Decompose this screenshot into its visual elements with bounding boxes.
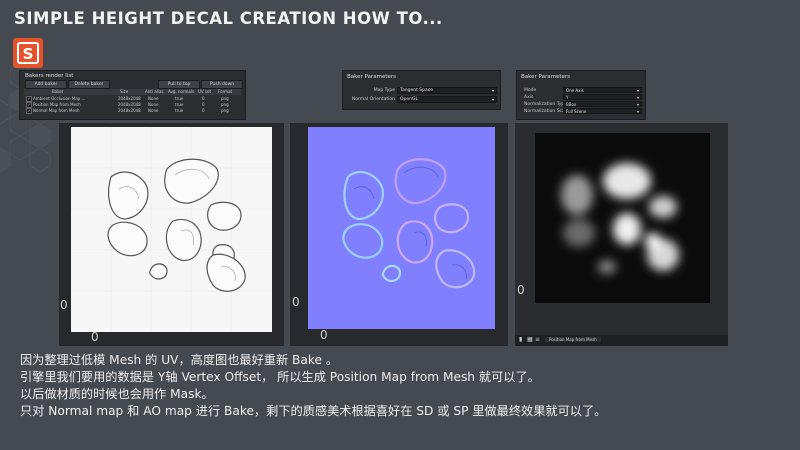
add-baker-button[interactable]: Add baker — [25, 80, 67, 89]
row-baker-name[interactable]: Normal Map from Mesh — [33, 108, 80, 113]
delete-baker-button[interactable]: Delete baker — [68, 80, 110, 89]
axis-label: Axis — [524, 95, 534, 100]
options-icon[interactable]: ≡ — [535, 336, 540, 343]
row-uv-set: 0 — [202, 102, 205, 107]
grid-icon[interactable]: ▦ — [527, 336, 533, 343]
column-header-baker: Baker — [52, 89, 64, 94]
column-header-uv-set: UV set — [198, 89, 212, 94]
mode-label: Mode — [524, 88, 537, 93]
row-avg-normals: true — [175, 108, 184, 113]
position-map-image — [535, 133, 710, 303]
row-anti-alias: None — [148, 102, 159, 107]
chevron-down-icon: ▾ — [491, 88, 494, 93]
row-anti-alias: None — [148, 108, 159, 113]
pull-to-top-button[interactable]: Pull to top — [158, 80, 200, 89]
row-checkbox[interactable]: ✓ — [26, 108, 32, 114]
viewer-zero-label-left: 0 — [517, 283, 525, 297]
map-type-select[interactable]: Tangent Space ▾ — [397, 87, 497, 94]
column-header-avg-normals: Avg. normals — [168, 89, 195, 94]
row-size: 2048x2048 — [118, 108, 141, 113]
normalization-type-value: BBox — [566, 102, 577, 107]
lock-icon[interactable]: ▮ — [519, 336, 522, 343]
substance-designer-logo: S — [13, 38, 43, 68]
status-text: Position Map from Mesh — [545, 337, 601, 342]
ao-map-image — [71, 127, 272, 332]
row-size: 2048x2048 — [118, 102, 141, 107]
row-size: 2048x2048 — [118, 96, 141, 101]
caption-text: 因为整理过低模 Mesh 的 UV，高度图也最好重新 Bake 。 引擎里我们要… — [20, 352, 790, 420]
mode-value: One Axis — [566, 88, 584, 93]
row-avg-normals: true — [175, 102, 184, 107]
page-title: SIMPLE HEIGHT DECAL CREATION HOW TO... — [14, 9, 443, 28]
position-map-viewer[interactable]: 0 ▮ ▦ ≡ Position Map from Mesh — [515, 123, 728, 346]
chevron-down-icon: ▾ — [636, 102, 639, 107]
normal-params-title: Baker Parameters — [347, 74, 397, 80]
axis-select[interactable]: Y ▾ — [563, 94, 642, 100]
map-type-label: Map Type — [373, 88, 395, 93]
column-header-anti-alias: Anti alias. — [145, 89, 165, 94]
row-uv-set: 0 — [202, 96, 205, 101]
ao-map-viewer[interactable]: 0 0 — [59, 123, 284, 346]
bakers-render-list-panel: Bakers render list Add baker Delete bake… — [19, 70, 246, 120]
row-baker-name[interactable]: Position Map from Mesh — [33, 102, 81, 107]
logo-letter: S — [23, 45, 34, 63]
normalization-scale-value: Full Scene — [566, 109, 587, 114]
viewer-zero-label-bottom: 0 — [91, 330, 99, 344]
viewer-zero-label-bottom: 0 — [320, 328, 328, 342]
caption-line: 引擎里我们要用的数据是 Y轴 Vertex Offset， 所以生成 Posit… — [20, 370, 540, 384]
normal-orientation-value: OpenGL — [400, 97, 419, 102]
push-down-button[interactable]: Push down — [201, 80, 243, 89]
normal-map-viewer[interactable]: 0 0 — [290, 123, 508, 346]
row-format: png — [221, 96, 229, 101]
position-params-title: Baker Parameters — [521, 74, 571, 80]
viewer-status-bar: ▮ ▦ ≡ Position Map from Mesh — [515, 335, 728, 346]
normalization-scale-select[interactable]: Full Scene ▾ — [563, 108, 642, 114]
row-baker-name[interactable]: Ambient Occlusion Map ... — [33, 96, 85, 101]
row-uv-set: 0 — [202, 108, 205, 113]
map-type-value: Tangent Space — [400, 88, 433, 93]
row-avg-normals: true — [175, 96, 184, 101]
chevron-down-icon: ▾ — [491, 97, 494, 102]
axis-value: Y — [566, 95, 569, 100]
viewer-zero-label-left: 0 — [292, 295, 300, 309]
normal-orientation-label: Normal Orientation — [351, 97, 395, 102]
row-format: png — [221, 108, 229, 113]
bakers-panel-title: Bakers render list — [25, 73, 74, 79]
position-baker-parameters-panel: Baker Parameters Mode One Axis ▾ Axis Y … — [516, 70, 646, 120]
chevron-down-icon: ▾ — [636, 88, 639, 93]
normalization-type-label: Normalization Type — [524, 102, 568, 107]
column-header-size: Size — [120, 89, 129, 94]
caption-line: 因为整理过低模 Mesh 的 UV，高度图也最好重新 Bake 。 — [20, 353, 339, 367]
row-format: png — [221, 102, 229, 107]
normal-map-image — [308, 127, 495, 329]
normalization-type-select[interactable]: BBox ▾ — [563, 101, 642, 107]
row-anti-alias: None — [148, 96, 159, 101]
chevron-down-icon: ▾ — [636, 95, 639, 100]
column-header-format: Format — [218, 89, 233, 94]
normal-orientation-select[interactable]: OpenGL ▾ — [397, 96, 497, 103]
normal-baker-parameters-panel: Baker Parameters Map Type Tangent Space … — [342, 70, 501, 110]
mode-select[interactable]: One Axis ▾ — [563, 87, 642, 93]
caption-line: 以后做材质的时候也会用作 Mask。 — [20, 387, 214, 401]
caption-line: 只对 Normal map 和 AO map 进行 Bake，剩下的质感美术根据… — [20, 404, 607, 418]
chevron-down-icon: ▾ — [636, 109, 639, 114]
viewer-zero-label-left: 0 — [60, 298, 68, 312]
